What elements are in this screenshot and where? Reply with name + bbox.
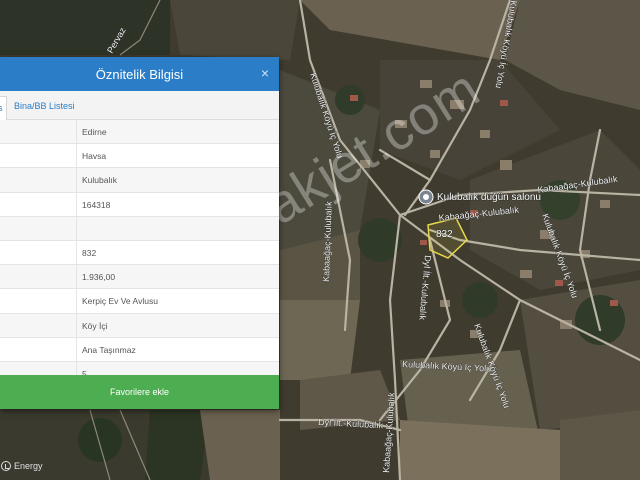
- parcel-label: 832: [436, 229, 453, 240]
- table-row: Kerpiç Ev Ve Avlusu: [0, 289, 279, 314]
- panel-title: Öznitelik Bilgisi: [95, 66, 184, 82]
- cell-value: Ana Taşınmaz: [82, 344, 136, 355]
- add-to-favorites-button[interactable]: Favorilere ekle: [0, 375, 279, 409]
- panel-header: Öznitelik Bilgisi ×: [0, 57, 279, 91]
- tab-bar: s Bina/BB Listesi: [0, 91, 279, 120]
- table-row: 164318: [0, 192, 279, 217]
- table-row: Ana Taşınmaz: [0, 337, 279, 362]
- location-pin-icon[interactable]: [418, 189, 434, 205]
- table-row: Kulubalık: [0, 168, 279, 193]
- brand-name: Energy: [14, 461, 43, 471]
- cell-value: Kulubalık: [82, 175, 117, 186]
- table-row: [0, 216, 279, 241]
- poi-label: Kulubalık düğün salonu: [437, 192, 541, 203]
- table-row: Edirne: [0, 120, 279, 145]
- cell-value: Kerpiç Ev Ve Avlusu: [82, 296, 158, 307]
- tab-info[interactable]: s: [0, 96, 7, 120]
- brand-badge: Energy: [1, 461, 43, 471]
- tab-building-list[interactable]: Bina/BB Listesi: [14, 101, 75, 111]
- table-row: Köy İçi: [0, 313, 279, 338]
- table-row: 832: [0, 240, 279, 266]
- table-row: Havsa: [0, 144, 279, 169]
- close-icon[interactable]: ×: [261, 65, 269, 81]
- cell-value: Havsa: [82, 151, 107, 162]
- attribute-table: Edirne Havsa Kulubalık 164318 832 1.936,…: [0, 120, 279, 387]
- cell-value: Köy İçi: [82, 320, 108, 331]
- cell-value: 164318: [82, 199, 111, 210]
- attribute-info-panel: Öznitelik Bilgisi × s Bina/BB Listesi Ed…: [0, 57, 279, 409]
- brand-logo-icon: [1, 461, 11, 471]
- cell-value: 1.936,00: [82, 272, 116, 283]
- cell-value: 832: [82, 247, 97, 258]
- cell-value: Edirne: [82, 127, 107, 137]
- table-row: 1.936,00: [0, 265, 279, 290]
